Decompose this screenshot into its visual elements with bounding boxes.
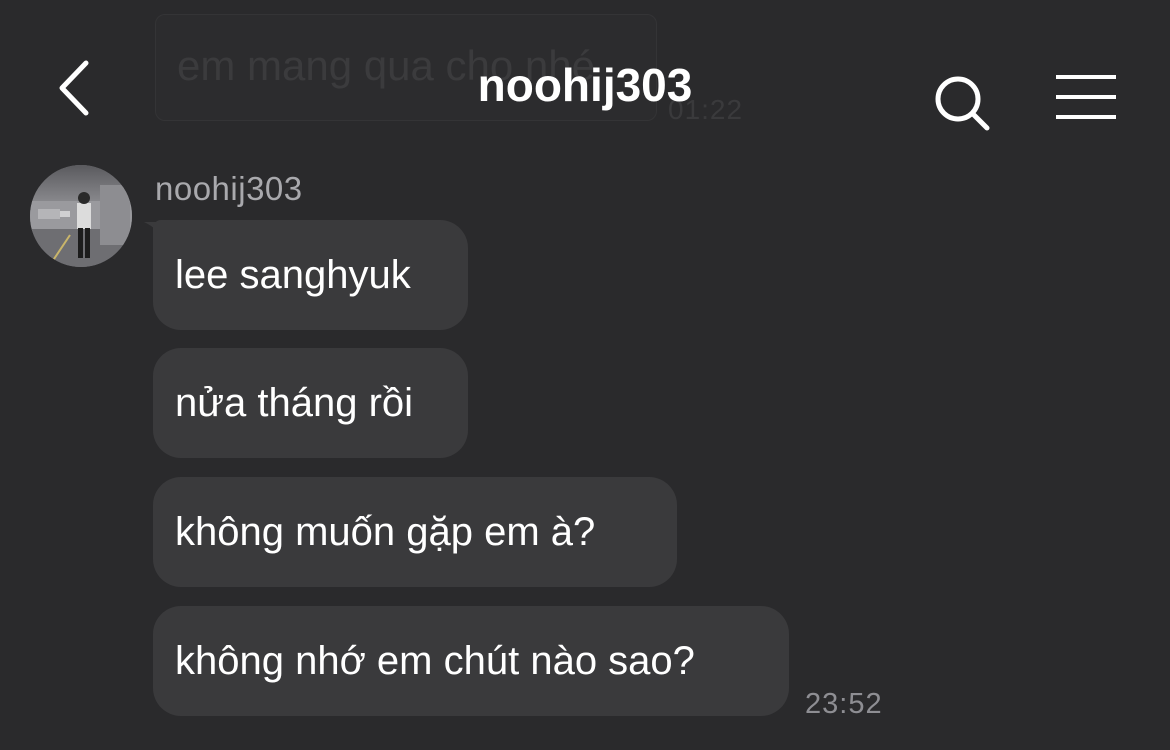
message-bubble[interactable]: không nhớ em chút nào sao? (153, 606, 789, 716)
search-button[interactable] (930, 72, 994, 136)
message-bubble[interactable]: nửa tháng rồi (153, 348, 468, 458)
message-bubble[interactable]: lee sanghyuk (153, 220, 468, 330)
avatar-photo (30, 165, 132, 267)
menu-button[interactable] (1052, 72, 1120, 126)
chat-title: noohij303 (477, 59, 693, 111)
chat-header: noohij303 (0, 0, 1170, 140)
sender-avatar[interactable] (30, 165, 132, 267)
search-icon (935, 76, 990, 131)
chevron-left-icon (59, 60, 89, 116)
message-bubble[interactable]: không muốn gặp em à? (153, 477, 677, 587)
hamburger-menu-icon (1056, 75, 1116, 119)
back-button[interactable] (50, 55, 110, 123)
chat-screen: em mang qua cho nhé 01:22 noohij303 nooh… (0, 0, 1170, 750)
message-timestamp: 23:52 (805, 688, 883, 720)
sender-name: noohij303 (155, 170, 303, 207)
